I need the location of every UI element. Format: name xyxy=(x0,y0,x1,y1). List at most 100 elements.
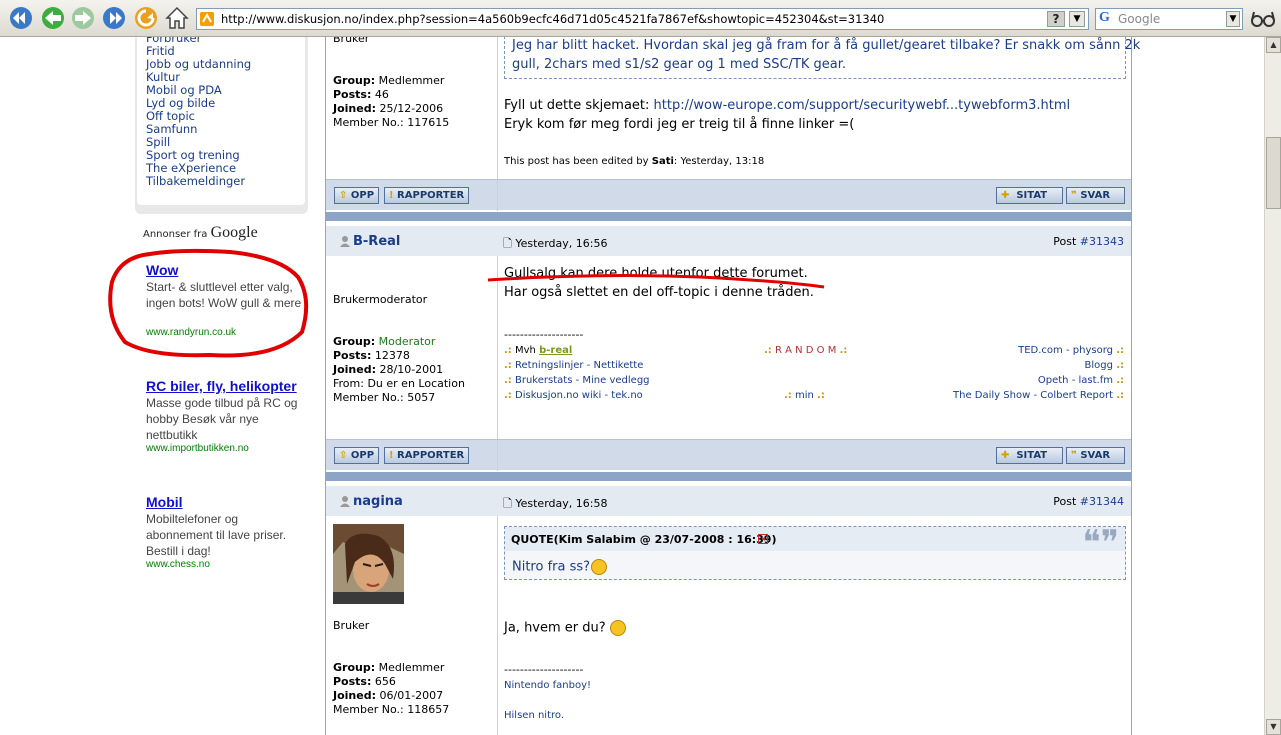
back-icon[interactable] xyxy=(40,5,66,31)
post-separator xyxy=(326,212,1131,221)
sig-rules: .: Retningslinjer - Nettikette xyxy=(504,360,644,371)
post1-line2: Eryk kom før meg fordi jeg er treig til … xyxy=(504,117,855,132)
report-button[interactable]: ! RAPPORTER xyxy=(384,447,470,464)
dailyshow-link[interactable]: The Daily Show xyxy=(953,390,1030,401)
up-button[interactable]: ⇧ OPP xyxy=(334,447,380,464)
wiki-link[interactable]: Diskusjon.no wiki xyxy=(515,390,601,401)
attachments-link[interactable]: Mine vedlegg xyxy=(582,375,649,386)
scroll-down-button[interactable]: ▼ xyxy=(1266,719,1281,735)
category-link[interactable]: Sport og trening xyxy=(146,148,240,162)
post2-sig-rule: -------------------- xyxy=(504,328,584,341)
ted-link[interactable]: TED.com xyxy=(1018,345,1063,356)
rules-link[interactable]: Retningslinjer xyxy=(515,360,584,371)
reply-button[interactable]: ❞ SVAR xyxy=(1066,447,1125,464)
ad-url-link[interactable]: www.chess.no xyxy=(146,559,210,570)
post2-line2: Har også slettet en del off-topic i denn… xyxy=(504,285,814,300)
post1-quote-box: Jeg har blitt hacket. Hvordan skal jeg g… xyxy=(504,37,1140,79)
first-page-icon[interactable] xyxy=(8,5,34,31)
sig-breal-link[interactable]: b-real xyxy=(539,345,572,356)
post3-group: Group: Medlemmer xyxy=(333,661,445,674)
quote-button[interactable]: ✚ SITAT xyxy=(996,187,1063,204)
category-link[interactable]: Mobil og PDA xyxy=(146,83,222,97)
ad-title-link[interactable]: Mobil xyxy=(146,494,183,510)
userstats-link[interactable]: Brukerstats xyxy=(515,375,572,386)
post3-sig-rule: -------------------- xyxy=(504,663,584,676)
colbert-link[interactable]: Colbert Report xyxy=(1040,390,1113,401)
last-page-icon[interactable] xyxy=(101,5,127,31)
search-dropdown-button[interactable]: ▼ xyxy=(1226,11,1240,27)
tongue-emoji-icon xyxy=(591,559,608,575)
category-link[interactable]: Lyd og bilde xyxy=(146,96,215,110)
lastfm-link[interactable]: last.fm xyxy=(1079,375,1113,386)
address-bar[interactable]: http://www.diskusjon.no/index.php?sessio… xyxy=(196,8,1089,30)
post1-quote-line2: gull, 2chars med s1/s2 gear og 1 med SSC… xyxy=(512,57,847,72)
ad-title-link[interactable]: RC biler, fly, helikopter xyxy=(146,378,297,394)
post3-sig1: Nintendo fanboy! xyxy=(504,680,592,691)
quote-jump-icon[interactable]: ◂ xyxy=(758,534,768,544)
category-link[interactable]: Jobb og utdanning xyxy=(146,57,251,71)
sig-shows: The Daily Show - Colbert Report .: xyxy=(953,390,1124,401)
forward-icon[interactable] xyxy=(70,5,96,31)
netiquette-link[interactable]: Nettikette xyxy=(594,360,644,371)
sig-music: Opeth - last.fm .: xyxy=(1037,375,1124,386)
search-box[interactable]: G Google ▼ xyxy=(1095,8,1243,30)
ad-text: Start- & sluttlevel etter valg, ingen bo… xyxy=(146,280,302,310)
post-page-icon: 🗋 xyxy=(503,237,512,250)
post3-number: Post #31344 xyxy=(1053,495,1124,508)
opeth-link[interactable]: Opeth xyxy=(1038,375,1069,386)
tekno-link[interactable]: tek.no xyxy=(611,390,643,401)
reply-button[interactable]: ❞ SVAR xyxy=(1066,187,1125,204)
google-brand: Google xyxy=(210,224,258,241)
ad-url-link[interactable]: www.randyrun.co.uk xyxy=(146,327,236,338)
category-link[interactable]: Kultur xyxy=(146,70,180,84)
reload-icon[interactable] xyxy=(133,5,159,31)
scroll-up-button[interactable]: ▲ xyxy=(1266,37,1281,53)
physorg-link[interactable]: physorg xyxy=(1073,345,1113,356)
quote-button[interactable]: ✚ SITAT xyxy=(996,447,1063,464)
category-link[interactable]: The eXperience xyxy=(146,161,236,175)
post3-posts: Posts: 656 xyxy=(333,675,396,688)
post3-sig2: Hilsen nitro. xyxy=(504,710,565,721)
glasses-icon[interactable] xyxy=(1250,7,1276,31)
sig-stats: .: Brukerstats - Mine vedlegg xyxy=(504,375,650,386)
ad-title-link[interactable]: Wow xyxy=(146,262,178,278)
post2-number-link[interactable]: #31343 xyxy=(1080,235,1124,248)
category-link[interactable]: Samfunn xyxy=(146,122,197,136)
post2-date: 🗋 Yesterday, 16:56 xyxy=(503,237,608,250)
post2-member-no: Member No.: 5057 xyxy=(333,391,436,404)
blog-link[interactable]: Blogg xyxy=(1085,360,1113,371)
home-icon[interactable] xyxy=(164,5,190,31)
post2-line1: Gullsalg kan dere holde utenfor dette fo… xyxy=(504,266,808,281)
post3-quote-box: QUOTE(Kim Salabim @ 23/07-2008 : 16:39) … xyxy=(504,523,1126,580)
up-button[interactable]: ⇧ OPP xyxy=(334,187,380,204)
scroll-thumb[interactable] xyxy=(1266,137,1281,209)
post3-reply: Ja, hvem er du? xyxy=(504,620,626,636)
help-button[interactable]: ? xyxy=(1047,11,1065,27)
support-form-link[interactable]: http://wow-europe.com/support/securitywe… xyxy=(654,98,1071,113)
post2-role: Brukermoderator xyxy=(333,293,428,306)
report-button[interactable]: ! RAPPORTER xyxy=(384,187,470,204)
post1-role: Bruker xyxy=(333,37,370,45)
post1-posts: Posts: 46 xyxy=(333,88,389,101)
category-link[interactable]: Fritid xyxy=(146,44,175,58)
post-separator xyxy=(326,472,1131,481)
category-link[interactable]: Tilbakemeldinger xyxy=(146,174,245,188)
post2-author-link[interactable]: B-Real xyxy=(353,234,400,249)
post2-from: From: Du er en Location xyxy=(333,377,465,390)
category-link[interactable]: Spill xyxy=(146,135,170,149)
post3-number-link[interactable]: #31344 xyxy=(1080,495,1124,508)
post3-joined: Joined: 06/01-2007 xyxy=(333,689,444,702)
min-link[interactable]: min xyxy=(795,390,814,401)
sig-ted: TED.com - physorg .: xyxy=(1018,345,1124,356)
ad-text: Mobiltelefoner og abonnement til lave pr… xyxy=(146,512,287,558)
ad-url-link[interactable]: www.importbutikken.no xyxy=(146,443,249,454)
page-favicon-icon xyxy=(200,12,214,26)
post1-group: Group: Medlemmer xyxy=(333,74,445,87)
post3-author-link[interactable]: nagina xyxy=(353,494,403,509)
category-link[interactable]: Off topic xyxy=(146,109,195,123)
post3-date: 🗋 Yesterday, 16:58 xyxy=(503,497,608,510)
vertical-scrollbar[interactable]: ▲ ▼ xyxy=(1264,37,1281,735)
search-placeholder: Google xyxy=(1118,12,1161,26)
address-dropdown-button[interactable]: ▼ xyxy=(1069,11,1085,27)
forum-thread: Bruker Group: Medlemmer Posts: 46 Joined… xyxy=(325,37,1140,735)
